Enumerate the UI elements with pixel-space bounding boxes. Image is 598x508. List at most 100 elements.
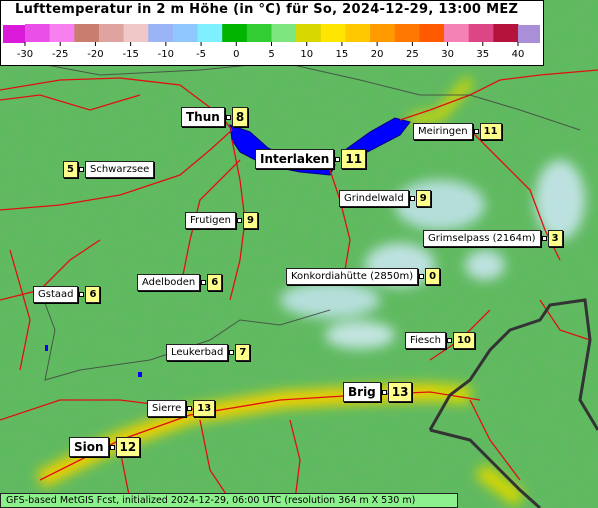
location-dot [381,389,387,395]
legend-swatch [197,24,223,42]
location-dot [473,129,479,134]
location-leukerbad[interactable]: Leukerbad 7 [166,344,251,361]
location-name: Meiringen [413,123,473,140]
location-temperature: 0 [425,268,441,285]
legend-swatch [345,24,371,42]
legend-swatch [493,24,519,42]
legend-swatch [25,24,51,42]
legend-tick-label: 20 [371,49,384,60]
location-schwarzsee[interactable]: 5 Schwarzsee [63,161,155,178]
location-temperature: 12 [115,437,141,457]
legend-tick-label: 40 [512,49,525,60]
location-dot [79,292,85,297]
legend-swatch [98,24,125,42]
location-temperature: 11 [479,123,502,140]
location-dot [335,156,341,162]
location-name: Frutigen [185,212,237,229]
location-dot [109,444,115,450]
location-dot [419,274,425,279]
location-name: Thun [181,107,225,127]
location-name: Fiesch [405,332,447,349]
location-fiesch[interactable]: Fiesch 10 [405,332,475,349]
legend-tick-label: 15 [336,49,349,60]
temperature-map [0,0,598,508]
legend-tick-label: -20 [87,49,103,60]
legend-tick-label: -30 [17,49,33,60]
location-brig[interactable]: Brig 13 [343,382,413,402]
legend-swatch [370,24,396,42]
location-dot [229,350,235,355]
legend-tick-label: -15 [122,49,138,60]
location-name: Interlaken [255,149,335,169]
location-temperature: 10 [453,332,475,349]
legend-high-swatch [518,25,540,43]
location-name: Sion [69,437,109,457]
legend-tick-label: 5 [268,49,274,60]
location-grindelwald[interactable]: Grindelwald 9 [339,190,431,207]
legend-swatch [419,24,445,42]
header-panel: Lufttemperatur in 2 m Höhe (in °C) für S… [0,0,544,66]
legend-swatch [444,24,470,42]
legend-swatch [49,24,75,42]
location-temperature: 9 [243,212,258,229]
location-dot [78,167,84,172]
location-temperature: 13 [387,382,413,402]
legend-swatch [296,24,322,42]
map-title: Lufttemperatur in 2 m Höhe (in °C) für S… [15,2,519,17]
location-temperature: 7 [235,344,251,361]
location-sierre[interactable]: Sierre 13 [147,400,216,417]
legend-tick-label: 30 [441,49,454,60]
legend-tick-label: 10 [300,49,313,60]
legend-swatch [123,24,149,42]
location-adelboden[interactable]: Adelboden 6 [137,274,223,291]
forecast-footer: GFS-based MetGIS Fcst, initialized 2024-… [0,493,458,508]
location-name: Gstaad [33,286,79,303]
location-grimselpass[interactable]: Grimselpass (2164m) 3 [423,230,563,247]
legend-swatch [148,24,174,42]
location-temperature: 9 [415,190,431,207]
location-frutigen[interactable]: Frutigen 9 [185,212,258,229]
legend-swatch [468,24,494,42]
location-dot [225,114,231,120]
location-dot [541,236,547,241]
location-gstaad[interactable]: Gstaad 6 [33,286,101,303]
location-konkordiahuette[interactable]: Konkordiahütte (2850m) 0 [286,268,441,285]
legend-swatch [172,24,199,42]
legend-tick-label: -25 [52,49,68,60]
legend-swatch [320,24,346,42]
legend-swatch [394,24,420,42]
location-temperature: 8 [231,107,249,127]
location-temperature: 3 [547,230,563,247]
location-temperature: 6 [207,274,223,291]
location-dot [187,406,193,411]
legend-tick-label: -5 [196,49,206,60]
location-dot [201,280,207,285]
legend-tick-label: -10 [158,49,174,60]
legend-swatch [74,24,100,42]
location-dot [447,338,453,343]
temperature-legend: -30 -25 -20 -15 -10 -5 0 5 10 15 20 25 30 35 40 [3,24,540,60]
legend-swatch [222,24,248,42]
legend-low-swatch [3,25,25,43]
legend-tick-label: 35 [476,49,489,60]
legend-tick-label: 0 [233,49,239,60]
location-sion[interactable]: Sion 12 [69,437,141,457]
location-meiringen[interactable]: Meiringen 11 [413,123,502,140]
legend-swatch [246,24,272,42]
location-temperature: 6 [85,286,101,303]
location-name: Adelboden [137,274,201,291]
location-dot [409,196,415,201]
location-temperature: 5 [63,161,78,178]
legend-swatch [271,24,297,42]
location-thun[interactable]: Thun 8 [181,107,249,127]
location-dot [237,218,243,223]
location-temperature: 13 [193,400,216,417]
location-name: Schwarzsee [84,161,155,178]
location-interlaken[interactable]: Interlaken 11 [255,149,367,169]
location-name: Brig [343,382,381,402]
location-name: Leukerbad [166,344,229,361]
location-name: Konkordiahütte (2850m) [286,268,419,285]
location-name: Sierre [147,400,187,417]
legend-tick-label: 25 [406,49,419,60]
terrain-texture [0,0,598,508]
